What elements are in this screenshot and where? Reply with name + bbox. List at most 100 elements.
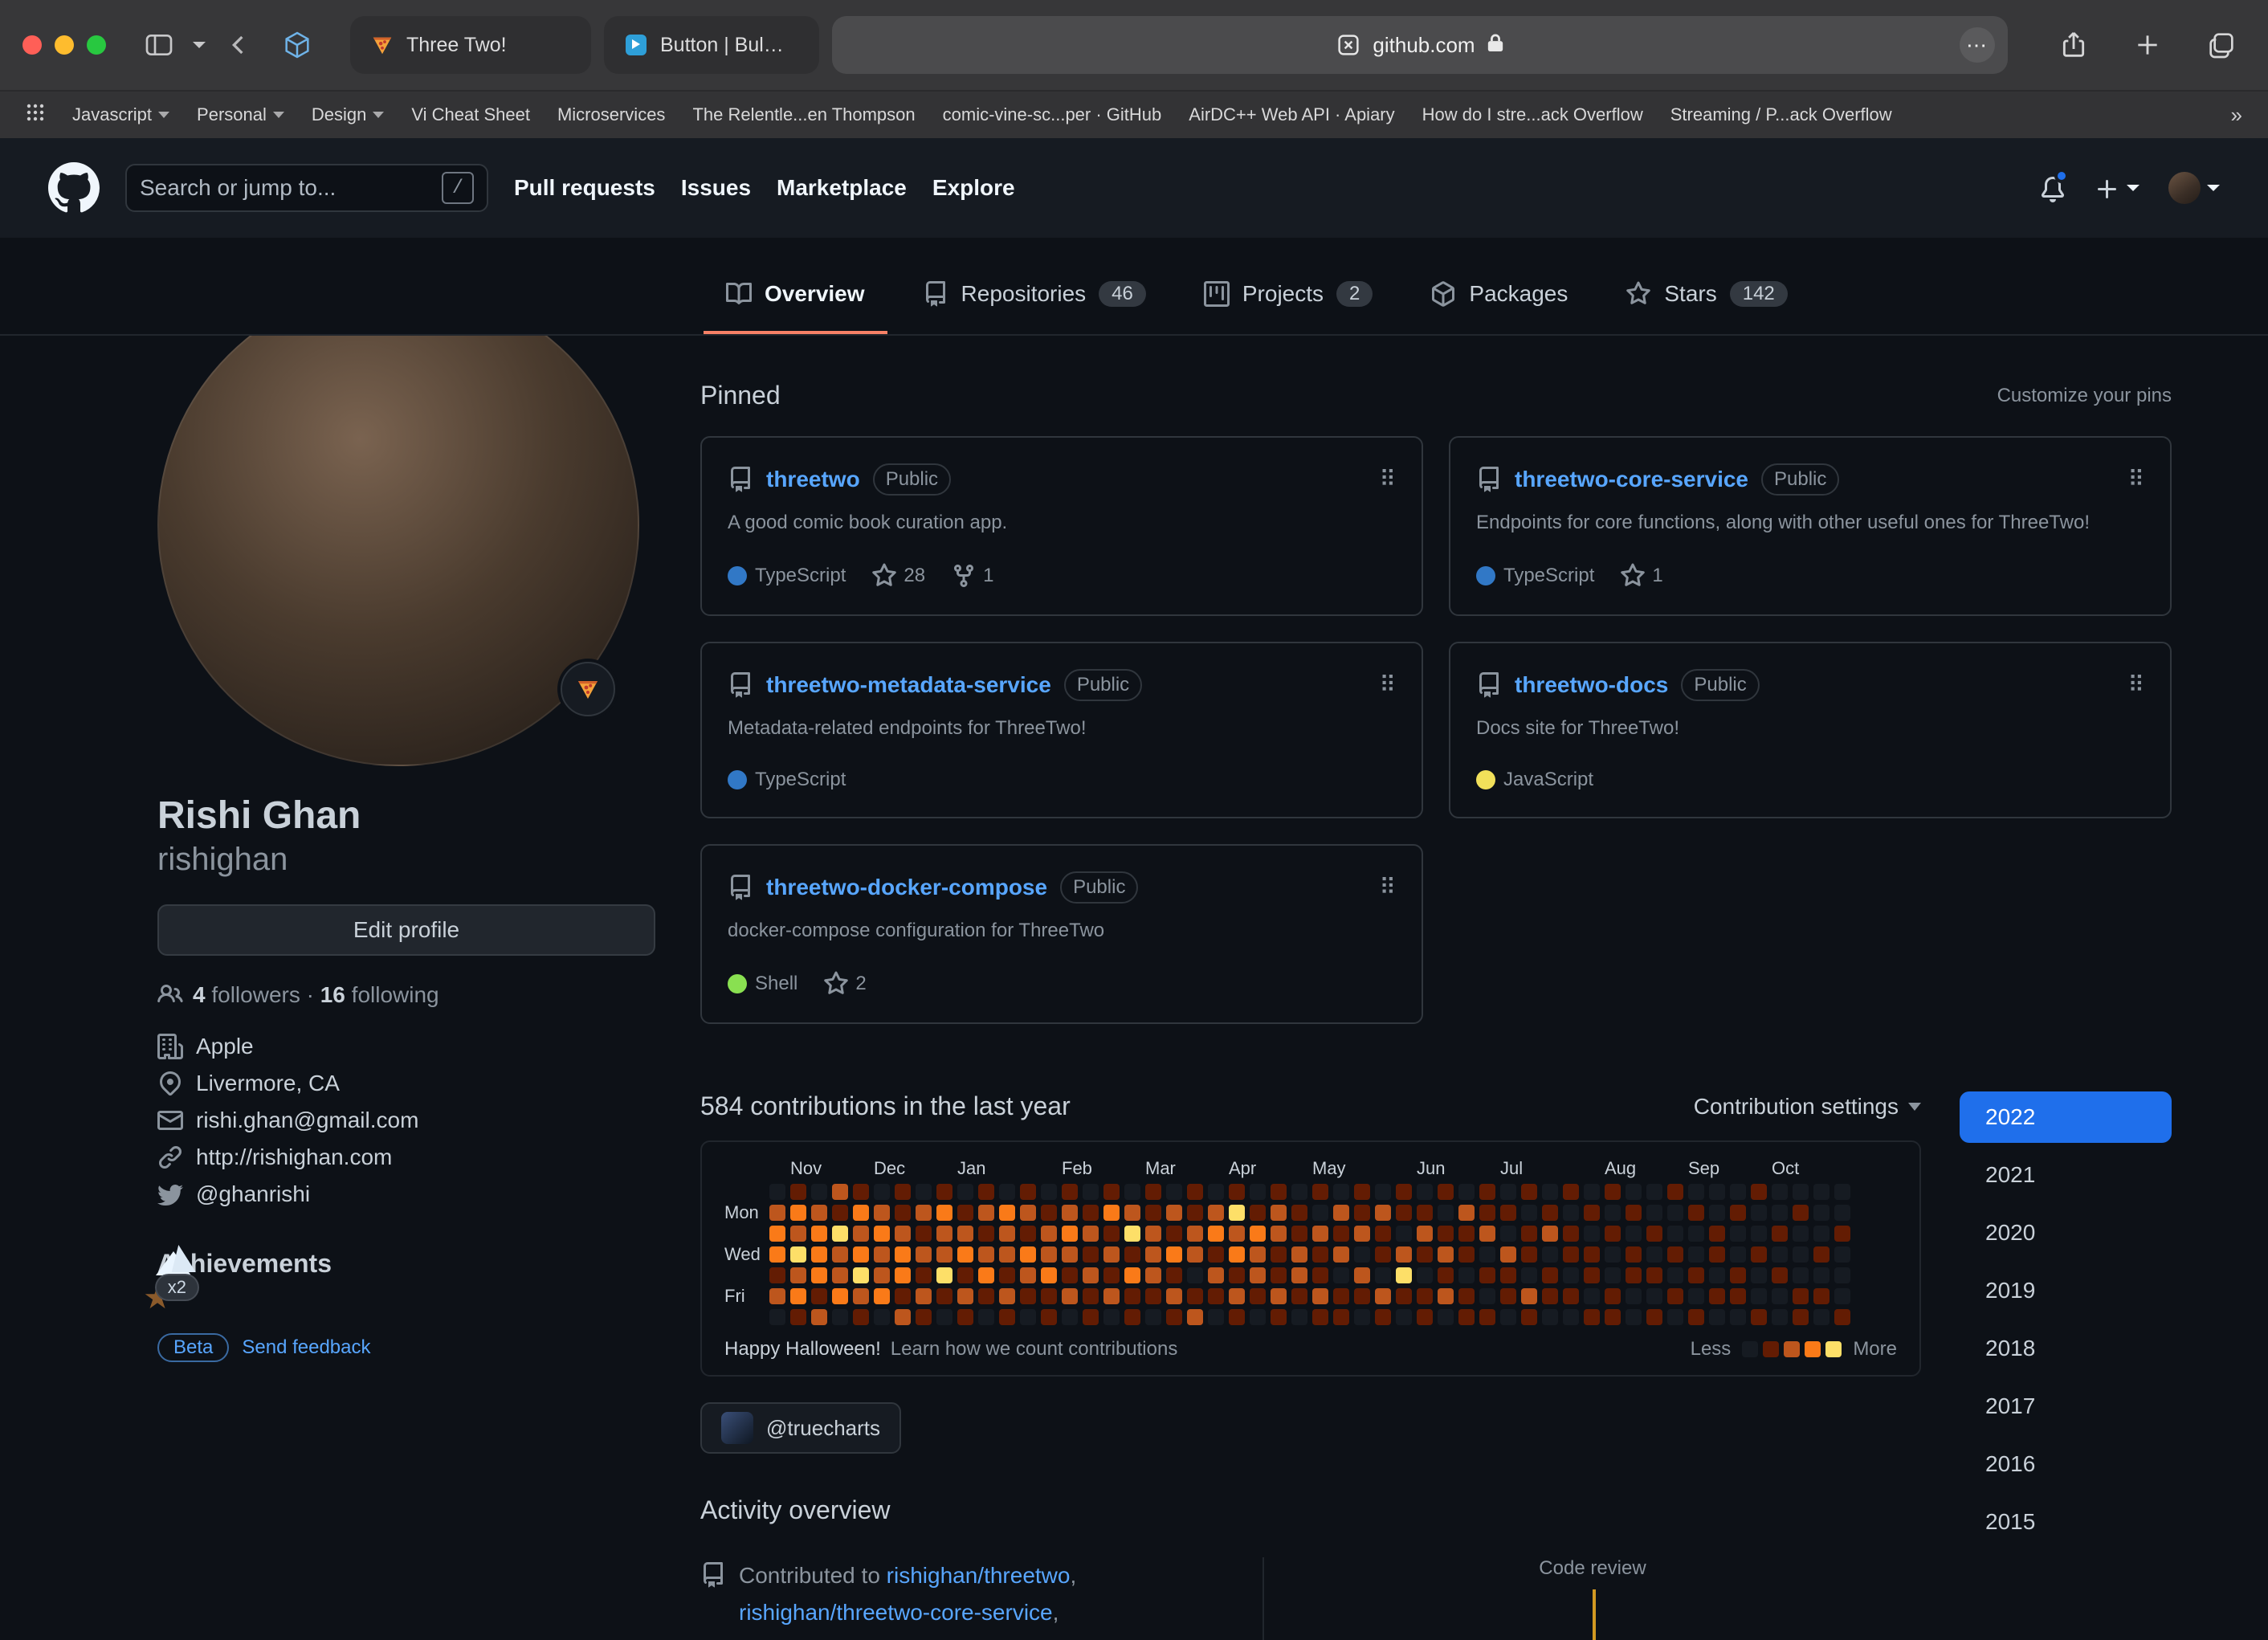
browser-tab-threetwo[interactable]: Three Two! — [350, 16, 591, 74]
repo-language: TypeScript — [1476, 565, 1594, 587]
profile-detail-twitter[interactable]: @ghanrishi — [157, 1181, 655, 1207]
address-bar[interactable]: github.com ⋯ — [832, 16, 2008, 74]
profile-tab-projects[interactable]: Projects2 — [1181, 257, 1396, 334]
tab-overview-icon[interactable] — [2197, 21, 2246, 69]
contribution-cell — [1145, 1288, 1161, 1304]
notifications-bell-icon[interactable] — [2040, 173, 2066, 203]
contribution-cell — [978, 1184, 994, 1200]
profile-avatar[interactable] — [157, 336, 639, 766]
drag-grabber-icon[interactable]: ⠿ — [2127, 674, 2144, 696]
bookmark-item[interactable]: How do I stre...ack Overflow — [1422, 104, 1643, 125]
year-2016[interactable]: 2016 — [1960, 1438, 2172, 1490]
new-tab-icon[interactable] — [2123, 21, 2172, 69]
bookmark-item[interactable]: Personal — [197, 104, 284, 125]
contributed-repo-link[interactable]: rishighan/threetwo-metadata-service — [739, 1637, 1103, 1640]
back-button[interactable] — [215, 21, 263, 69]
bookmark-item[interactable]: Design — [312, 104, 384, 125]
sidebar-toggle-icon[interactable] — [135, 21, 183, 69]
github-logo[interactable] — [48, 162, 100, 214]
year-2020[interactable]: 2020 — [1960, 1207, 2172, 1259]
contribution-cell — [1458, 1246, 1475, 1263]
profile-detail-mail[interactable]: rishi.ghan@gmail.com — [157, 1108, 655, 1133]
search-input[interactable] — [140, 175, 432, 201]
drag-grabber-icon[interactable]: ⠿ — [1379, 674, 1396, 696]
star-count[interactable]: 1 — [1620, 563, 1662, 589]
repo-link[interactable]: threetwo-core-service — [1515, 467, 1748, 492]
count-info-link[interactable]: Learn how we count contributions — [891, 1338, 1178, 1360]
contribution-cell — [936, 1246, 952, 1263]
status-emoji-badge[interactable] — [561, 662, 615, 716]
contribution-cell — [1145, 1184, 1161, 1200]
contributed-repo-link[interactable]: rishighan/threetwo — [887, 1563, 1071, 1588]
drag-grabber-icon[interactable]: ⠿ — [1379, 468, 1396, 491]
create-new-button[interactable] — [2095, 173, 2140, 203]
star-icon — [871, 563, 897, 589]
page-settings-button[interactable]: ⋯ — [1960, 27, 1995, 63]
contribution-cell — [1271, 1205, 1287, 1221]
profile-tab-repositories[interactable]: Repositories46 — [900, 257, 1169, 334]
contribution-cell — [1166, 1288, 1182, 1304]
star-count[interactable]: 2 — [823, 971, 866, 997]
chevron-down-icon[interactable] — [193, 42, 206, 48]
header-nav-issues[interactable]: Issues — [681, 175, 751, 201]
contribution-cell — [1563, 1226, 1579, 1242]
repo-link[interactable]: threetwo-metadata-service — [766, 672, 1051, 698]
user-avatar-menu[interactable] — [2168, 172, 2220, 204]
week-column — [1751, 1184, 1767, 1325]
bookmark-item[interactable]: comic-vine-sc...per · GitHub — [943, 104, 1162, 125]
year-2021[interactable]: 2021 — [1960, 1149, 2172, 1201]
repo-link[interactable]: threetwo — [766, 467, 860, 492]
followers-line[interactable]: 4 followers · 16 following — [157, 981, 655, 1008]
profile-tab-stars[interactable]: Stars142 — [1603, 257, 1809, 334]
bookmark-item[interactable]: Microservices — [557, 104, 665, 125]
contribution-cell — [895, 1226, 911, 1242]
apps-grid-icon[interactable] — [26, 103, 45, 127]
bookmark-item[interactable]: The Relentle...en Thompson — [692, 104, 915, 125]
header-nav-explore[interactable]: Explore — [932, 175, 1015, 201]
contribution-cell — [1083, 1267, 1099, 1283]
contribution-cell — [1166, 1226, 1182, 1242]
profile-tab-packages[interactable]: Packages — [1408, 257, 1590, 334]
bookmarks-overflow-chevron[interactable]: » — [2231, 103, 2242, 128]
org-filter-truecharts[interactable]: @truecharts — [700, 1402, 901, 1454]
header-nav-marketplace[interactable]: Marketplace — [777, 175, 907, 201]
drag-grabber-icon[interactable]: ⠿ — [1379, 876, 1396, 899]
star-count[interactable]: 28 — [871, 563, 925, 589]
contribution-cell — [1062, 1246, 1078, 1263]
contribution-settings-dropdown[interactable]: Contribution settings — [1694, 1094, 1921, 1120]
contribution-cell — [999, 1205, 1015, 1221]
send-feedback-link[interactable]: Send feedback — [242, 1336, 370, 1359]
bookmark-item[interactable]: AirDC++ Web API · Apiary — [1189, 104, 1394, 125]
year-2018[interactable]: 2018 — [1960, 1323, 2172, 1374]
year-2017[interactable]: 2017 — [1960, 1381, 2172, 1432]
profile-detail-link[interactable]: http://rishighan.com — [157, 1144, 655, 1170]
repo-link[interactable]: threetwo-docker-compose — [766, 875, 1047, 900]
cube-icon[interactable] — [273, 21, 321, 69]
pizza-favicon — [369, 32, 395, 58]
bookmark-item[interactable]: Vi Cheat Sheet — [411, 104, 530, 125]
share-icon[interactable] — [2050, 21, 2098, 69]
pizza-icon — [575, 676, 601, 702]
year-2019[interactable]: 2019 — [1960, 1265, 2172, 1316]
bookmark-item[interactable]: Streaming / P...ack Overflow — [1670, 104, 1892, 125]
fork-count[interactable]: 1 — [951, 563, 993, 589]
chevron-down-icon — [158, 112, 169, 118]
year-2015[interactable]: 2015 — [1960, 1496, 2172, 1548]
drag-grabber-icon[interactable]: ⠿ — [2127, 468, 2144, 491]
bookmark-item[interactable]: Javascript — [72, 104, 169, 125]
window-close-button[interactable] — [22, 35, 42, 55]
contributed-repo-link[interactable]: rishighan/threetwo-core-service — [739, 1600, 1053, 1625]
edit-profile-button[interactable]: Edit profile — [157, 904, 655, 956]
repo-link[interactable]: threetwo-docs — [1515, 672, 1668, 698]
browser-tab-bulma[interactable]: Button | Bulma: F... — [604, 16, 819, 74]
contribution-cell — [895, 1184, 911, 1200]
window-zoom-button[interactable] — [87, 35, 106, 55]
halloween-link[interactable]: Happy Halloween! — [724, 1338, 881, 1360]
contribution-cell — [1834, 1267, 1850, 1283]
window-minimize-button[interactable] — [55, 35, 74, 55]
year-2022[interactable]: 2022 — [1960, 1091, 2172, 1143]
profile-tab-overview[interactable]: Overview — [704, 257, 887, 334]
customize-pins-link[interactable]: Customize your pins — [1997, 385, 2172, 407]
header-nav-pull-requests[interactable]: Pull requests — [514, 175, 655, 201]
bookmarks-list: Javascript Personal Design Vi Cheat Sheet Mi… — [72, 104, 1892, 125]
